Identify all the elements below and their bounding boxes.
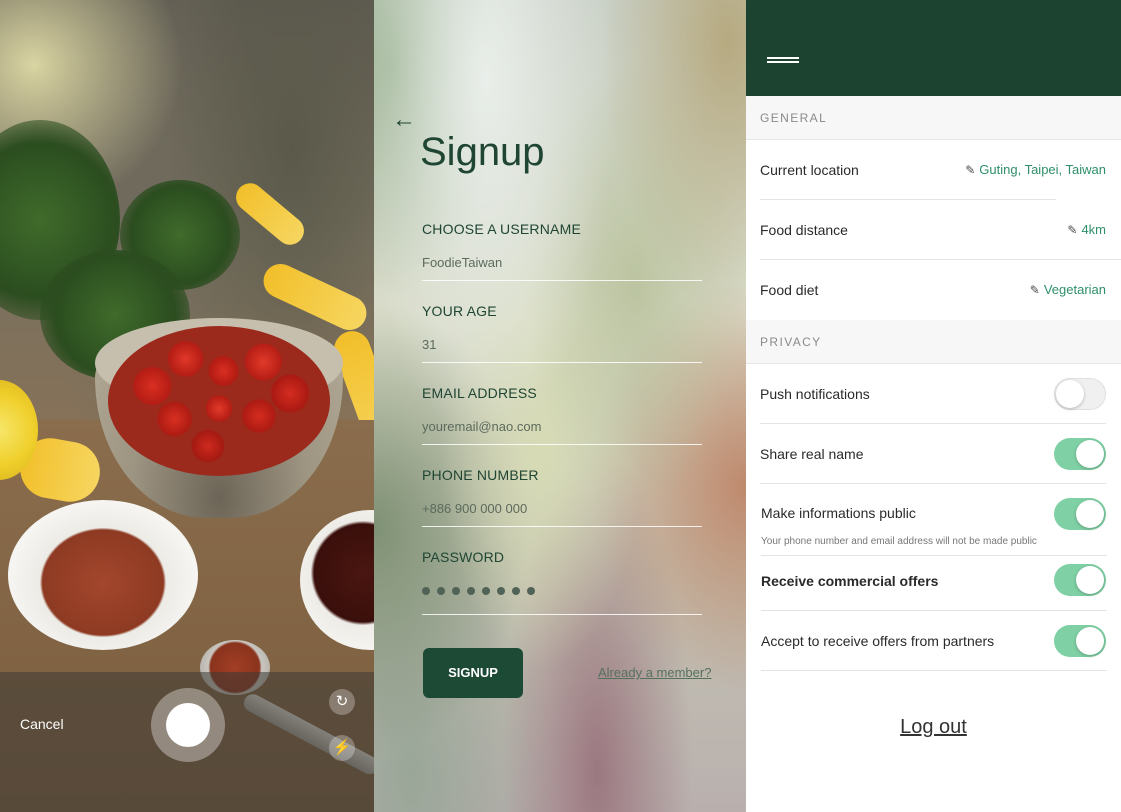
setting-value: Guting, Taipei, Taiwan: [979, 162, 1106, 177]
back-arrow-icon[interactable]: ←: [392, 106, 416, 134]
toggle-knob: [1076, 566, 1104, 594]
username-label: CHOOSE A USERNAME: [422, 221, 581, 237]
toggle-knob: [1056, 380, 1084, 408]
share-real-name-toggle[interactable]: [1054, 438, 1106, 470]
field-underline: [422, 526, 702, 527]
switch-camera-icon[interactable]: ↻: [329, 689, 355, 715]
toggle-knob: [1076, 627, 1104, 655]
shutter-button-core: [166, 703, 210, 747]
push-notifications-toggle[interactable]: [1054, 378, 1106, 410]
password-dot: [422, 587, 430, 595]
setting-value: Vegetarian: [1043, 282, 1106, 297]
field-underline: [422, 280, 702, 281]
password-label: PASSWORD: [422, 549, 505, 565]
username-field: CHOOSE A USERNAME FoodieTaiwan: [422, 221, 702, 281]
spice-bowl-photo-part: [8, 500, 198, 650]
setting-label: Accept to receive offers from partners: [761, 633, 995, 649]
setting-push-notifications: Push notifications: [746, 364, 1121, 424]
settings-header: [746, 0, 1121, 96]
setting-share-real-name: Share real name: [746, 424, 1121, 484]
age-input[interactable]: 31: [422, 337, 702, 353]
section-header-general: GENERAL: [746, 96, 1121, 140]
field-underline: [422, 362, 702, 363]
password-input[interactable]: [422, 587, 702, 599]
signup-screen: ← Signup CHOOSE A USERNAME FoodieTaiwan …: [374, 0, 746, 812]
setting-label: Current location: [760, 162, 859, 178]
settings-screen: GENERAL Current location ✎ Guting, Taipei…: [746, 0, 1121, 812]
pencil-icon: ✎: [1067, 223, 1078, 237]
setting-label: Push notifications: [760, 386, 870, 402]
password-field: PASSWORD: [422, 549, 702, 615]
make-info-public-toggle[interactable]: [1054, 498, 1106, 530]
setting-label: Share real name: [760, 446, 864, 462]
email-field: EMAIL ADDRESS youremail@nao.com: [422, 385, 702, 445]
partner-offers-toggle[interactable]: [1054, 625, 1106, 657]
section-header-label: GENERAL: [760, 111, 828, 125]
pencil-icon: ✎: [965, 163, 976, 177]
logout-link[interactable]: Log out: [746, 716, 1121, 739]
password-dot: [482, 587, 490, 595]
password-dot: [497, 587, 505, 595]
toggle-knob: [1076, 500, 1104, 528]
menu-icon[interactable]: [767, 57, 799, 69]
field-underline: [422, 444, 702, 445]
section-header-label: PRIVACY: [760, 335, 822, 349]
password-dot: [452, 587, 460, 595]
phone-input[interactable]: +886 900 000 000: [422, 501, 702, 517]
section-header-privacy: PRIVACY: [746, 320, 1121, 364]
age-field: YOUR AGE 31: [422, 303, 702, 363]
camera-screen: Cancel ↻ ⚡: [0, 0, 374, 812]
location-edit-link[interactable]: ✎ Guting, Taipei, Taiwan: [965, 162, 1106, 177]
setting-value: 4km: [1081, 222, 1106, 237]
setting-partner-offers: Accept to receive offers from partners: [746, 611, 1121, 671]
phone-field: PHONE NUMBER +886 900 000 000: [422, 467, 702, 527]
diet-edit-link[interactable]: ✎ Vegetarian: [1030, 282, 1106, 297]
pepper-photo-part: [230, 177, 310, 251]
phone-label: PHONE NUMBER: [422, 467, 539, 483]
camera-cancel-button[interactable]: Cancel: [20, 716, 64, 732]
setting-food-distance: Food distance ✎ 4km: [746, 200, 1121, 260]
setting-label: Make informations public: [761, 505, 916, 521]
password-dot: [512, 587, 520, 595]
field-underline: [422, 614, 702, 615]
toggle-knob: [1076, 440, 1104, 468]
setting-current-location: Current location ✎ Guting, Taipei, Taiwan: [746, 140, 1121, 200]
flash-icon[interactable]: ⚡: [329, 735, 355, 761]
setting-commercial-offers: Receive commercial offers: [746, 556, 1121, 611]
setting-label: Food diet: [760, 282, 819, 298]
commercial-offers-toggle[interactable]: [1054, 564, 1106, 596]
tomatoes-photo-part: [108, 326, 330, 476]
setting-label: Food distance: [760, 222, 848, 238]
email-input[interactable]: youremail@nao.com: [422, 419, 702, 435]
distance-edit-link[interactable]: ✎ 4km: [1067, 222, 1106, 237]
app-root: Cancel ↻ ⚡ ← Signup CHOOSE A USERNAME Fo…: [0, 0, 1121, 812]
signup-button[interactable]: SIGNUP: [423, 648, 523, 698]
pencil-icon: ✎: [1029, 283, 1040, 297]
setting-label: Receive commercial offers: [761, 573, 939, 589]
shutter-icon[interactable]: [151, 688, 225, 762]
age-label: YOUR AGE: [422, 303, 497, 319]
password-dot: [527, 587, 535, 595]
password-dot: [467, 587, 475, 595]
setting-make-info-public: Make informations public Your phone numb…: [746, 484, 1121, 556]
setting-food-diet: Food diet ✎ Vegetarian: [746, 260, 1121, 320]
password-dot: [437, 587, 445, 595]
page-title: Signup: [420, 130, 545, 174]
setting-hint: Your phone number and email address will…: [761, 536, 1037, 547]
email-label: EMAIL ADDRESS: [422, 385, 537, 401]
already-member-link[interactable]: Already a member?: [598, 665, 711, 680]
username-input[interactable]: FoodieTaiwan: [422, 255, 702, 271]
row-divider: [761, 670, 1107, 671]
